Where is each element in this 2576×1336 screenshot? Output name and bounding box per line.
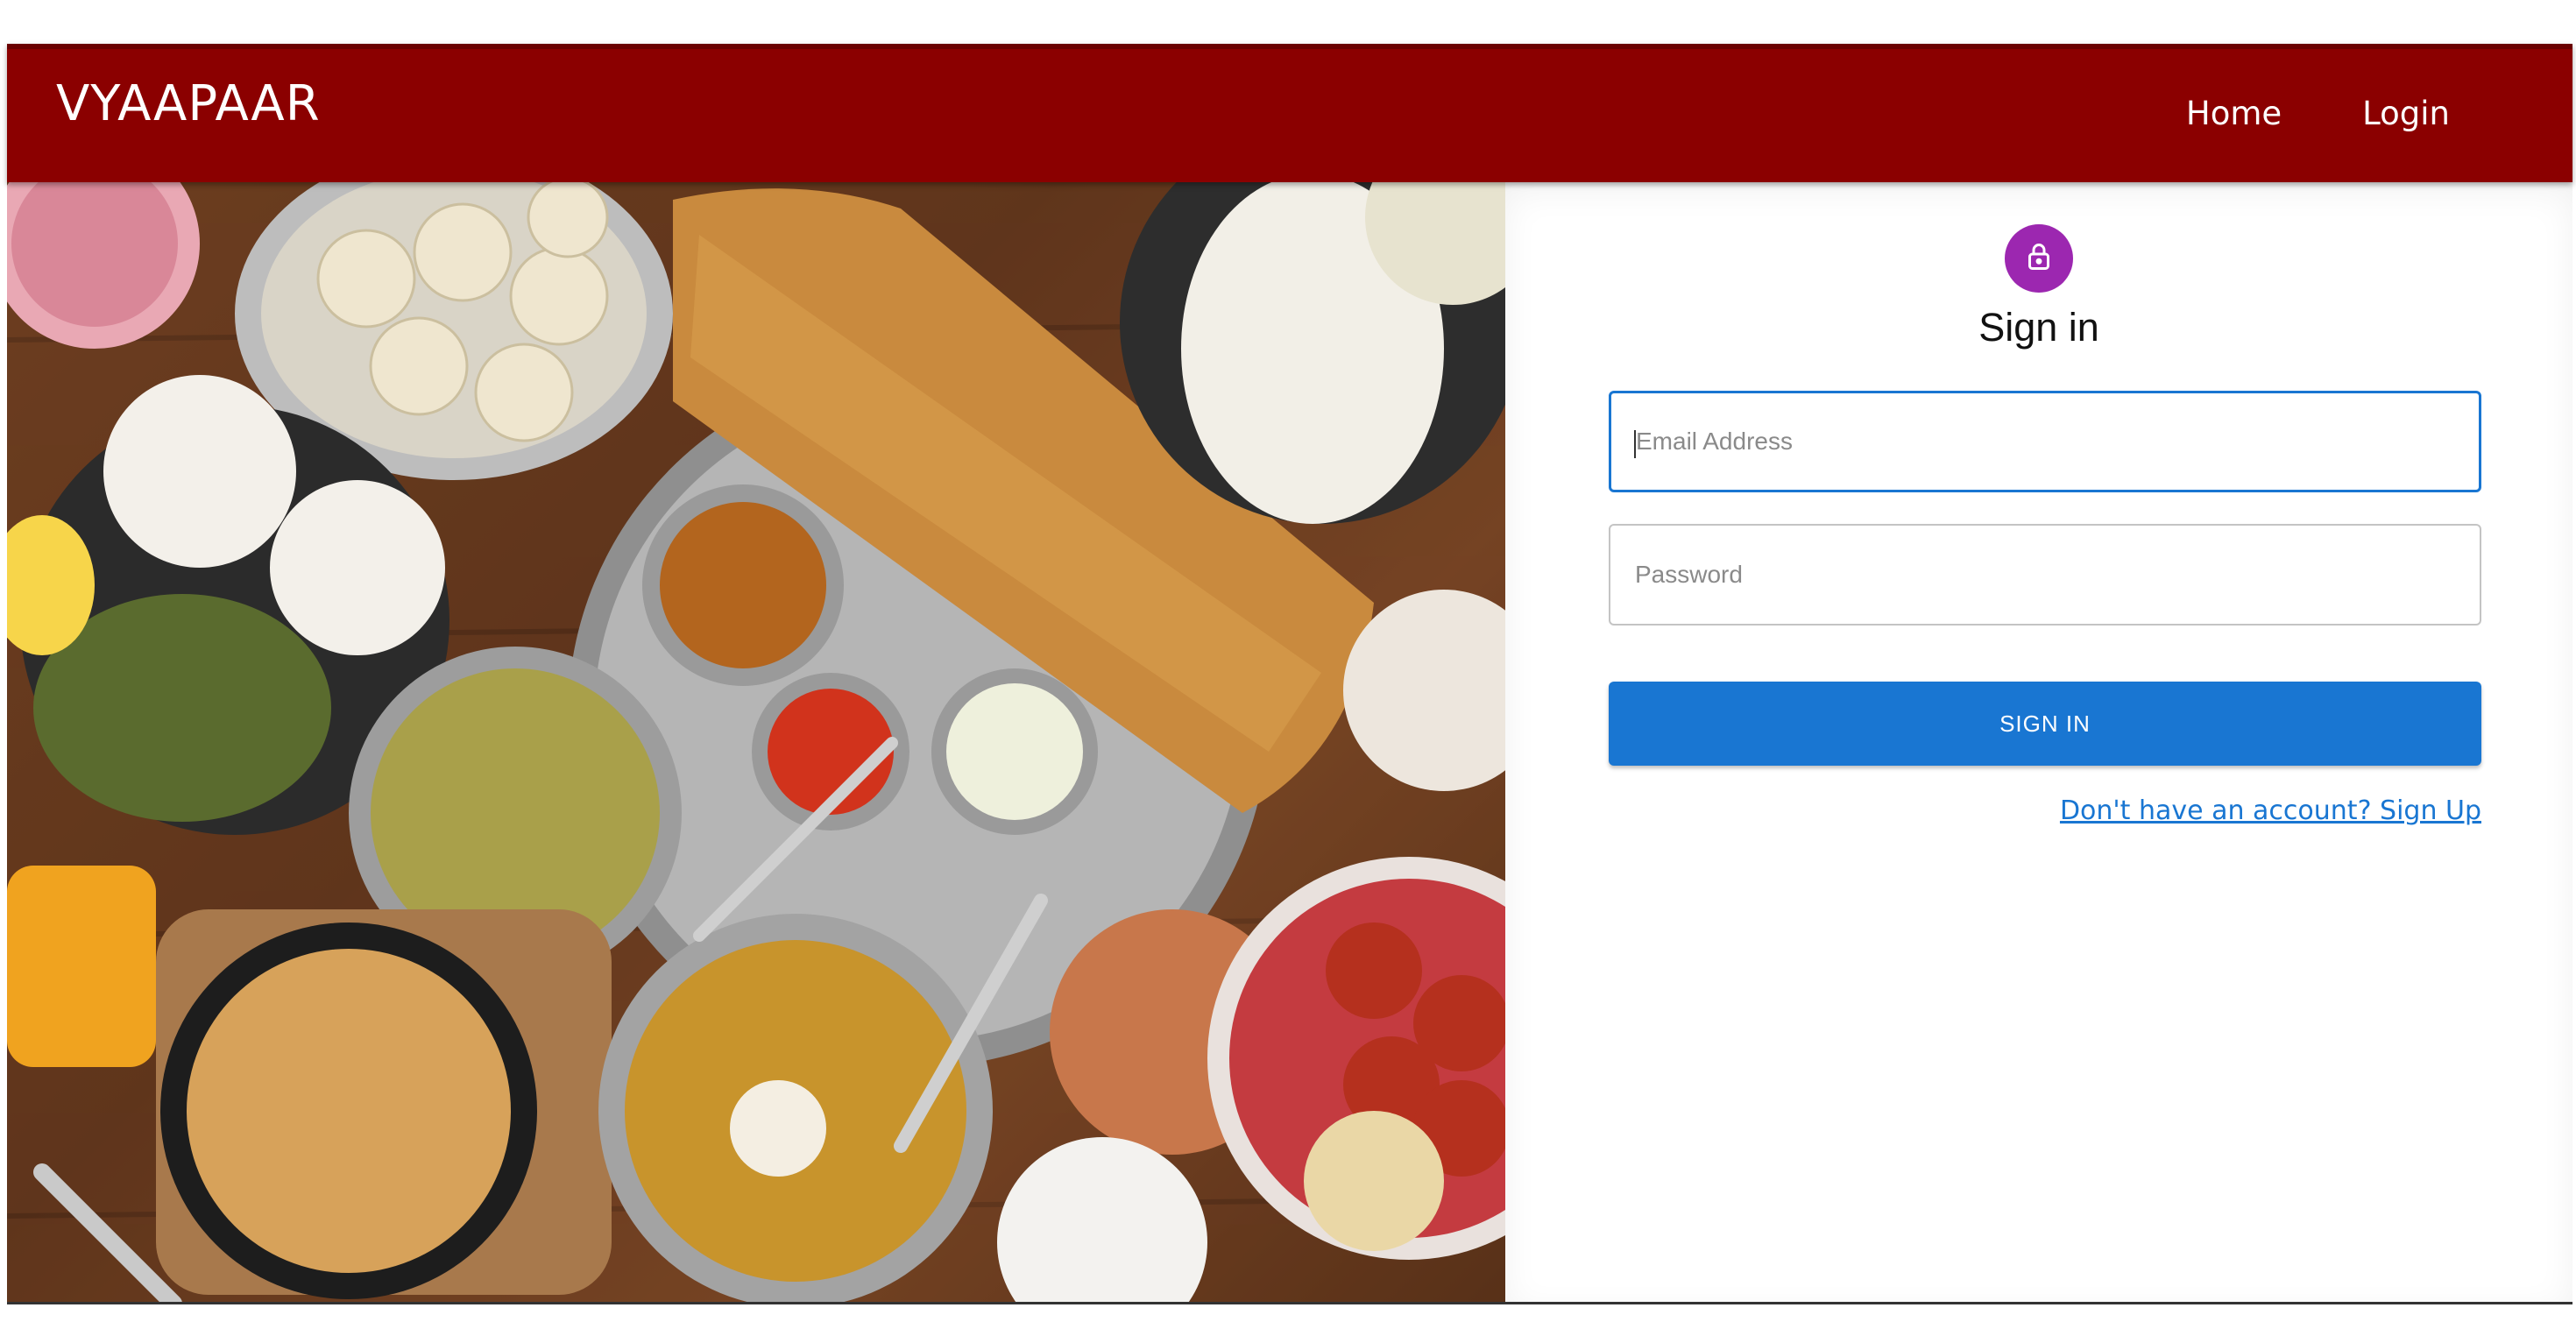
- signin-title: Sign in: [1978, 305, 2099, 350]
- password-field[interactable]: [1609, 524, 2481, 626]
- lock-avatar: [2005, 224, 2073, 293]
- nav-home-link[interactable]: Home: [2186, 95, 2282, 132]
- email-field[interactable]: [1609, 391, 2481, 492]
- password-input[interactable]: [1633, 526, 2457, 624]
- brand-logo[interactable]: VYAAPAAR: [56, 75, 321, 132]
- nav-login-link[interactable]: Login: [2362, 95, 2450, 132]
- lock-icon: [2023, 241, 2055, 277]
- signup-link[interactable]: Don't have an account? Sign Up: [2060, 795, 2481, 826]
- nav-links: Home Login: [2186, 95, 2450, 132]
- email-input[interactable]: [1634, 393, 2458, 490]
- app-window: VYAAPAAR Home Login Sign in Email Addres…: [7, 44, 2572, 1304]
- signin-button[interactable]: SIGN IN: [1609, 682, 2481, 766]
- text-caret: [1634, 430, 1636, 458]
- signin-panel: Sign in SIGN IN Don't have an account? S…: [1505, 182, 2572, 1304]
- food-collage-image: [7, 182, 1505, 1304]
- bottom-divider: [7, 1302, 2572, 1304]
- top-navbar: VYAAPAAR Home Login: [7, 44, 2572, 182]
